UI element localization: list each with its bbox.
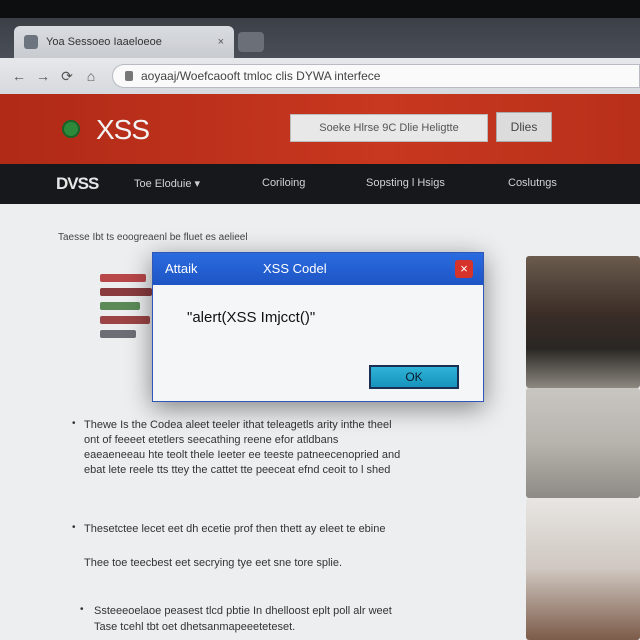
paragraph-2: ont of feeeet etetlers seecathing reene … <box>84 434 339 446</box>
navbar-brand[interactable]: DVSS <box>56 174 99 194</box>
site-header: XSS Soeke Hlrse 9C Dlie Heligtte Dlies <box>0 94 640 164</box>
bullet-icon: • <box>72 522 76 533</box>
nav-item-consultings[interactable]: Coslutngs <box>508 177 557 189</box>
photo-hands <box>526 498 640 640</box>
site-navbar: DVSS Toe Eloduie ▾ Coriloing Sopsting l … <box>0 164 640 204</box>
bullet-icon: • <box>80 604 84 615</box>
alert-dialog: Attaik XSS Codel × "alert(XSS Imjcct()" … <box>152 252 484 402</box>
dialog-message: "alert(XSS Imjcct()" <box>187 309 316 326</box>
new-tab-button[interactable] <box>238 32 264 52</box>
reload-icon[interactable]: ⟳ <box>56 65 78 87</box>
paragraph-5: Thesetctee lecet eet dh ecetie prof then… <box>84 523 386 535</box>
dialog-title: Attaik <box>165 261 198 276</box>
search-button[interactable]: Dlies <box>496 112 552 142</box>
monitor-screen: Yoa Sessoeo Iaaeloeoe × ← → ⟳ ⌂ aoyaaj/W… <box>0 0 640 640</box>
photo-action <box>526 388 640 498</box>
photo-people <box>526 256 640 388</box>
tab-favicon-icon <box>24 35 38 49</box>
search-input[interactable]: Soeke Hlrse 9C Dlie Heligtte <box>290 114 488 142</box>
paragraph-7: Ssteeeoelaoe peasest tlcd pbtie In dhell… <box>94 605 392 617</box>
nav-item-scripting[interactable]: Sopsting l Hsigs <box>366 177 445 189</box>
address-url: aoyaaj/Woefcaooft tmloc clis DYWA interf… <box>141 69 381 83</box>
dialog-subtitle: XSS Codel <box>263 261 327 276</box>
paragraph-1: Thewe Is the Codea aleet teeler ithat te… <box>84 419 392 431</box>
logo-icon <box>62 120 80 138</box>
tab-title: Yoa Sessoeo Iaaeloeoe <box>46 36 162 48</box>
paragraph-3: eaeaeneeau hte teolt thele Ieeter ee tee… <box>84 449 401 461</box>
forward-icon[interactable]: → <box>32 65 54 87</box>
address-bar[interactable]: aoyaaj/Woefcaooft tmloc clis DYWA interf… <box>112 64 640 88</box>
bullet-icon: • <box>72 418 76 429</box>
ok-button[interactable]: OK <box>369 365 459 389</box>
nav-item-modules[interactable]: Toe Eloduie ▾ <box>134 177 200 190</box>
back-icon[interactable]: ← <box>8 65 30 87</box>
paragraph-4: ebat lete reele tts ttey the cattet tte … <box>84 464 391 476</box>
browser-tab[interactable]: Yoa Sessoeo Iaaeloeoe × <box>14 26 234 58</box>
intro-text: Taesse Ibt ts eoogreaenl be fluet es ael… <box>58 232 248 243</box>
dialog-title-bar[interactable]: Attaik XSS Codel × <box>153 253 483 285</box>
browser-tab-bar: Yoa Sessoeo Iaaeloeoe × <box>0 18 640 58</box>
site-logo[interactable]: XSS <box>96 114 150 146</box>
home-icon[interactable]: ⌂ <box>80 65 102 87</box>
paragraph-6: Thee toe teecbest eet secrying tye eet s… <box>84 557 343 569</box>
code-snippet-image <box>100 274 154 354</box>
paragraph-8: Tase tcehl tbt oet dhetsanmapeeeteteset. <box>94 621 296 633</box>
tab-close-icon[interactable]: × <box>218 36 224 48</box>
browser-toolbar: ← → ⟳ ⌂ aoyaaj/Woefcaooft tmloc clis DYW… <box>0 58 640 94</box>
monitor-bezel <box>0 0 640 18</box>
nav-item-config[interactable]: Coriloing <box>262 177 305 189</box>
close-icon[interactable]: × <box>455 260 473 278</box>
lock-icon <box>125 71 133 81</box>
